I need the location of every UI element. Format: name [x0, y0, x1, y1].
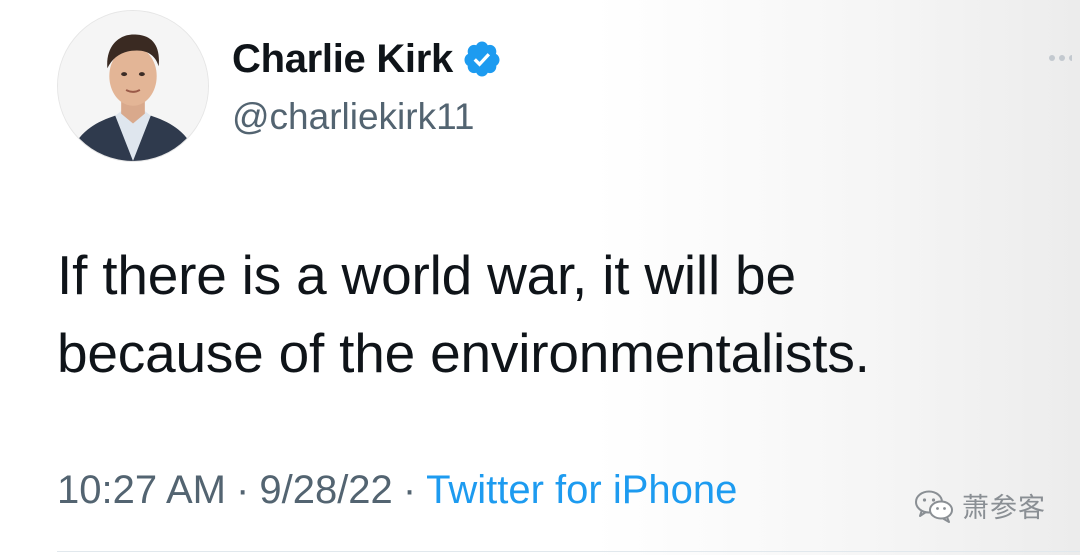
watermark: 萧参客	[914, 486, 1046, 525]
meta-separator: ·	[236, 468, 250, 512]
tweet-card: Charlie Kirk @charliekirk11 If there is …	[0, 0, 1080, 555]
meta-separator: ·	[402, 468, 417, 512]
tweet-meta: 10:27 AM · 9/28/22 · Twitter for iPhone	[57, 466, 737, 514]
author-avatar[interactable]	[57, 10, 209, 162]
author-handle[interactable]: @charliekirk11	[232, 96, 475, 138]
more-options-icon[interactable]	[1048, 52, 1072, 64]
tweet-text: If there is a world war, it will be beca…	[57, 236, 1037, 392]
verified-badge-icon	[462, 39, 502, 79]
watermark-text: 萧参客	[962, 493, 1046, 524]
author-name[interactable]: Charlie Kirk	[232, 36, 502, 82]
tweet-time[interactable]: 10:27 AM	[57, 468, 226, 512]
author-display-name[interactable]: Charlie Kirk	[232, 36, 453, 82]
tweet-source-link[interactable]: Twitter for iPhone	[426, 468, 737, 512]
avatar-photo	[58, 11, 208, 161]
tweet-text-line-1: If there is a world war, it will be	[57, 244, 796, 306]
tweet-text-line-2: because of the environmentalists.	[57, 322, 870, 384]
divider	[57, 551, 1080, 552]
wechat-icon	[914, 489, 954, 523]
tweet-date[interactable]: 9/28/22	[259, 468, 392, 512]
